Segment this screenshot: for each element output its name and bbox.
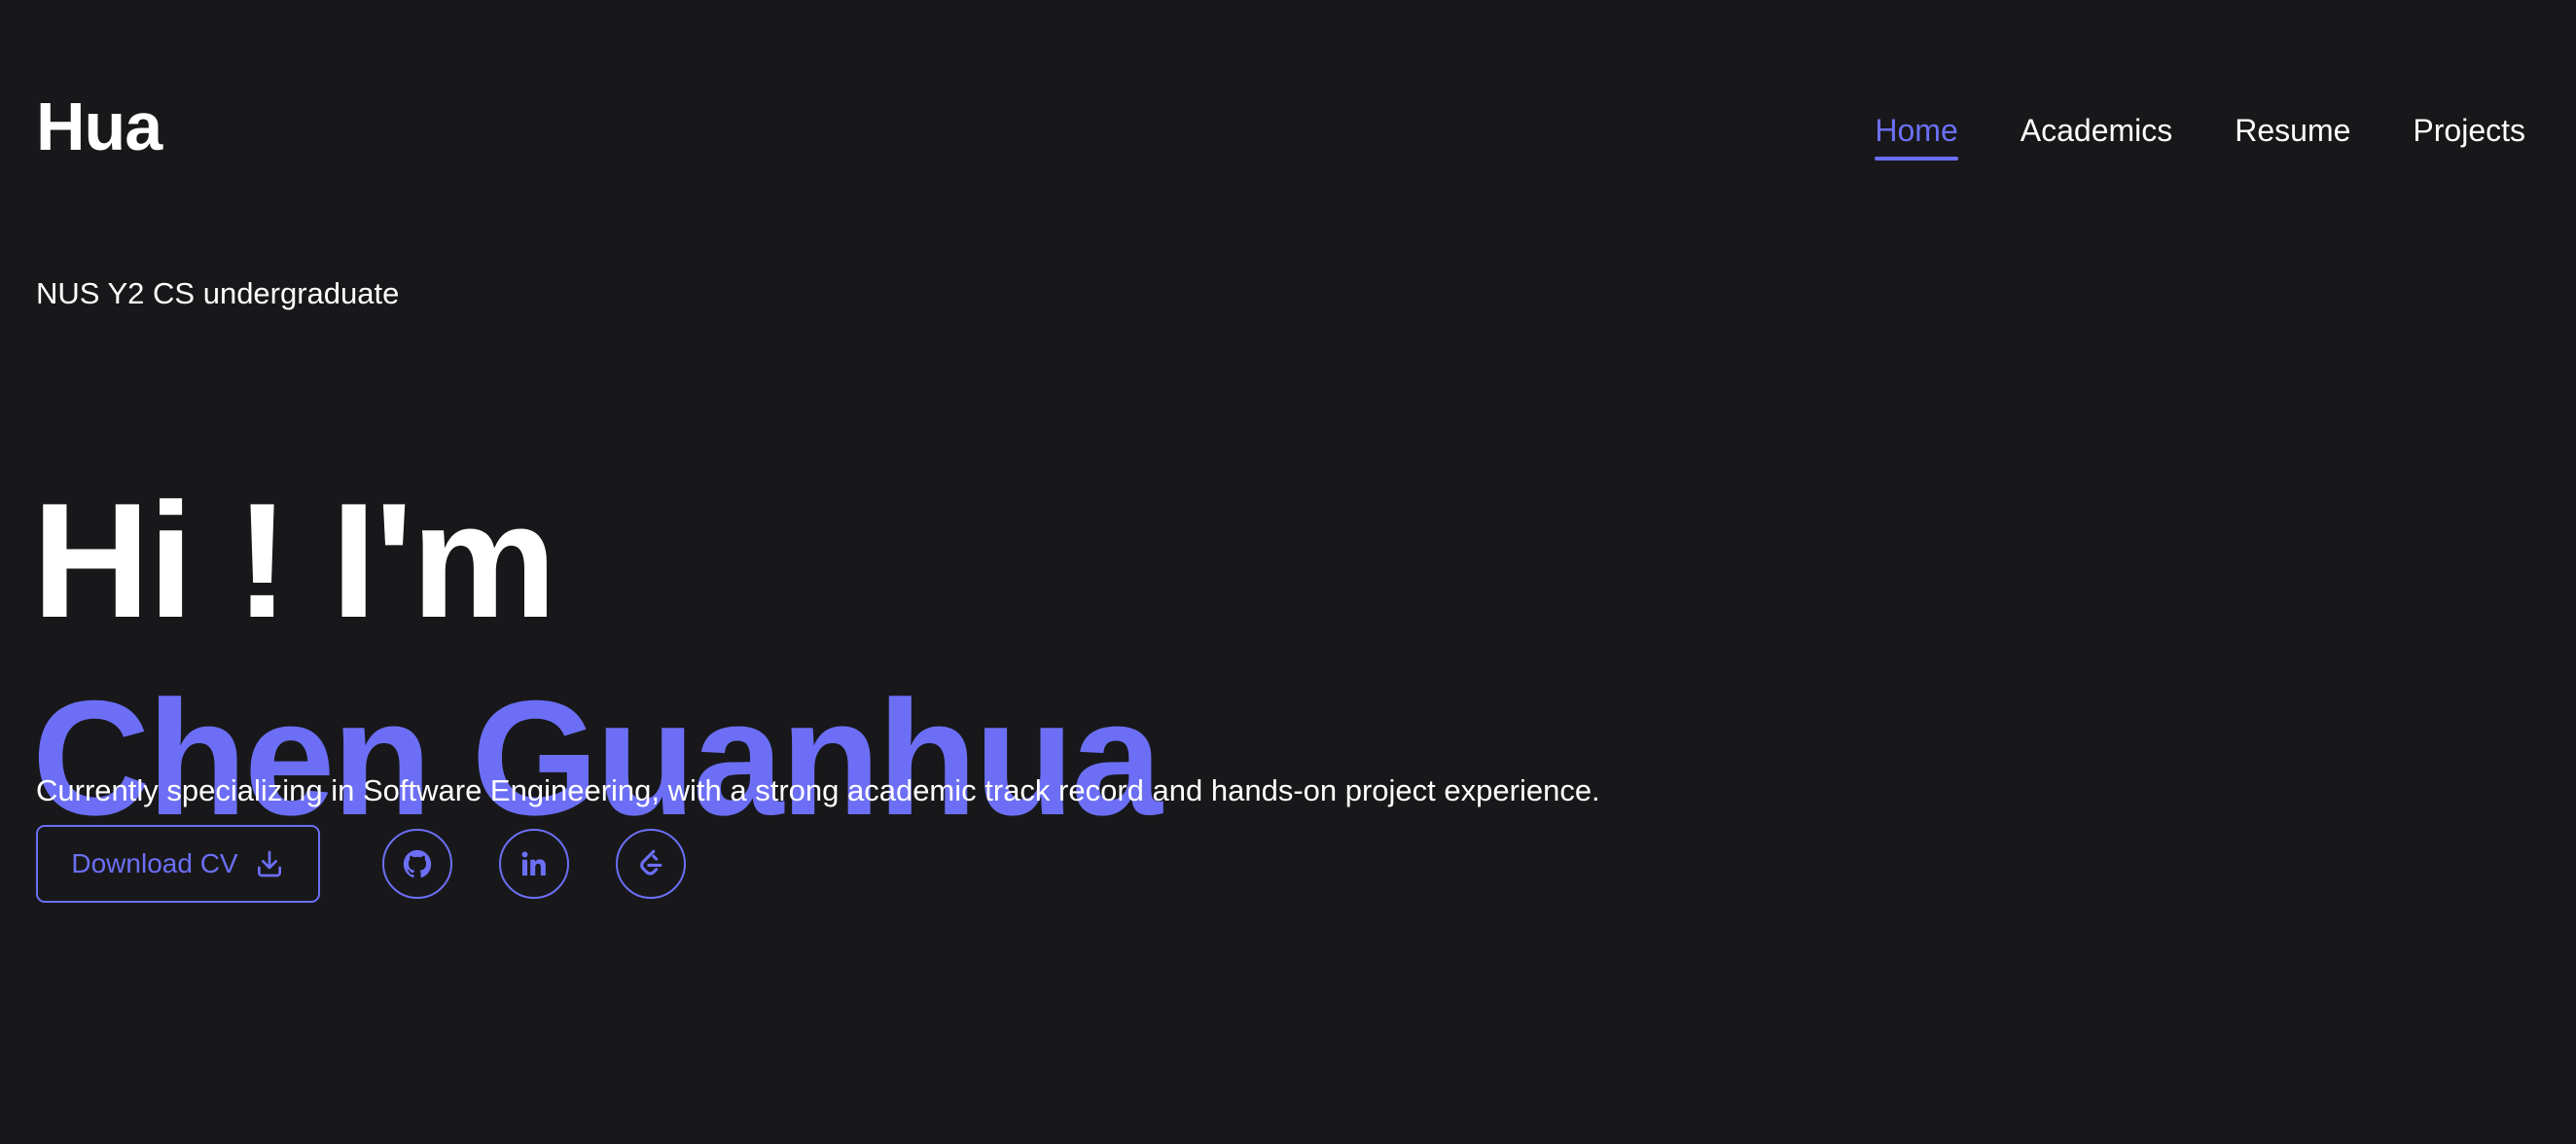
download-cv-button[interactable]: Download CV [36,825,320,903]
hero-greeting: Hi ! I'm [32,468,556,652]
nav-resume[interactable]: Resume [2235,111,2350,150]
download-icon [257,850,281,877]
hero-subtitle: NUS Y2 CS undergraduate [36,276,400,310]
site-header: Hua Home Academics Resume Projects [0,0,2576,195]
social-links [382,829,686,899]
github-link[interactable] [382,829,452,899]
nav-academics[interactable]: Academics [2021,111,2173,150]
page: Hua Home Academics Resume Projects NUS Y… [0,0,2576,1144]
linkedin-link[interactable] [499,829,569,899]
leetcode-icon [640,849,662,876]
hero-description: Currently specializing in Software Engin… [36,773,1600,807]
site-logo[interactable]: Hua [36,92,162,161]
hero-name: Chen Guanhua [32,666,1163,850]
main-nav: Home Academics Resume Projects [1875,111,2525,161]
github-icon [403,849,432,878]
nav-projects[interactable]: Projects [2413,111,2525,150]
linkedin-icon [521,851,546,876]
download-cv-label: Download CV [71,848,238,878]
nav-home[interactable]: Home [1875,111,1959,161]
leetcode-link[interactable] [616,829,686,899]
hero-actions: Download CV [36,824,686,904]
